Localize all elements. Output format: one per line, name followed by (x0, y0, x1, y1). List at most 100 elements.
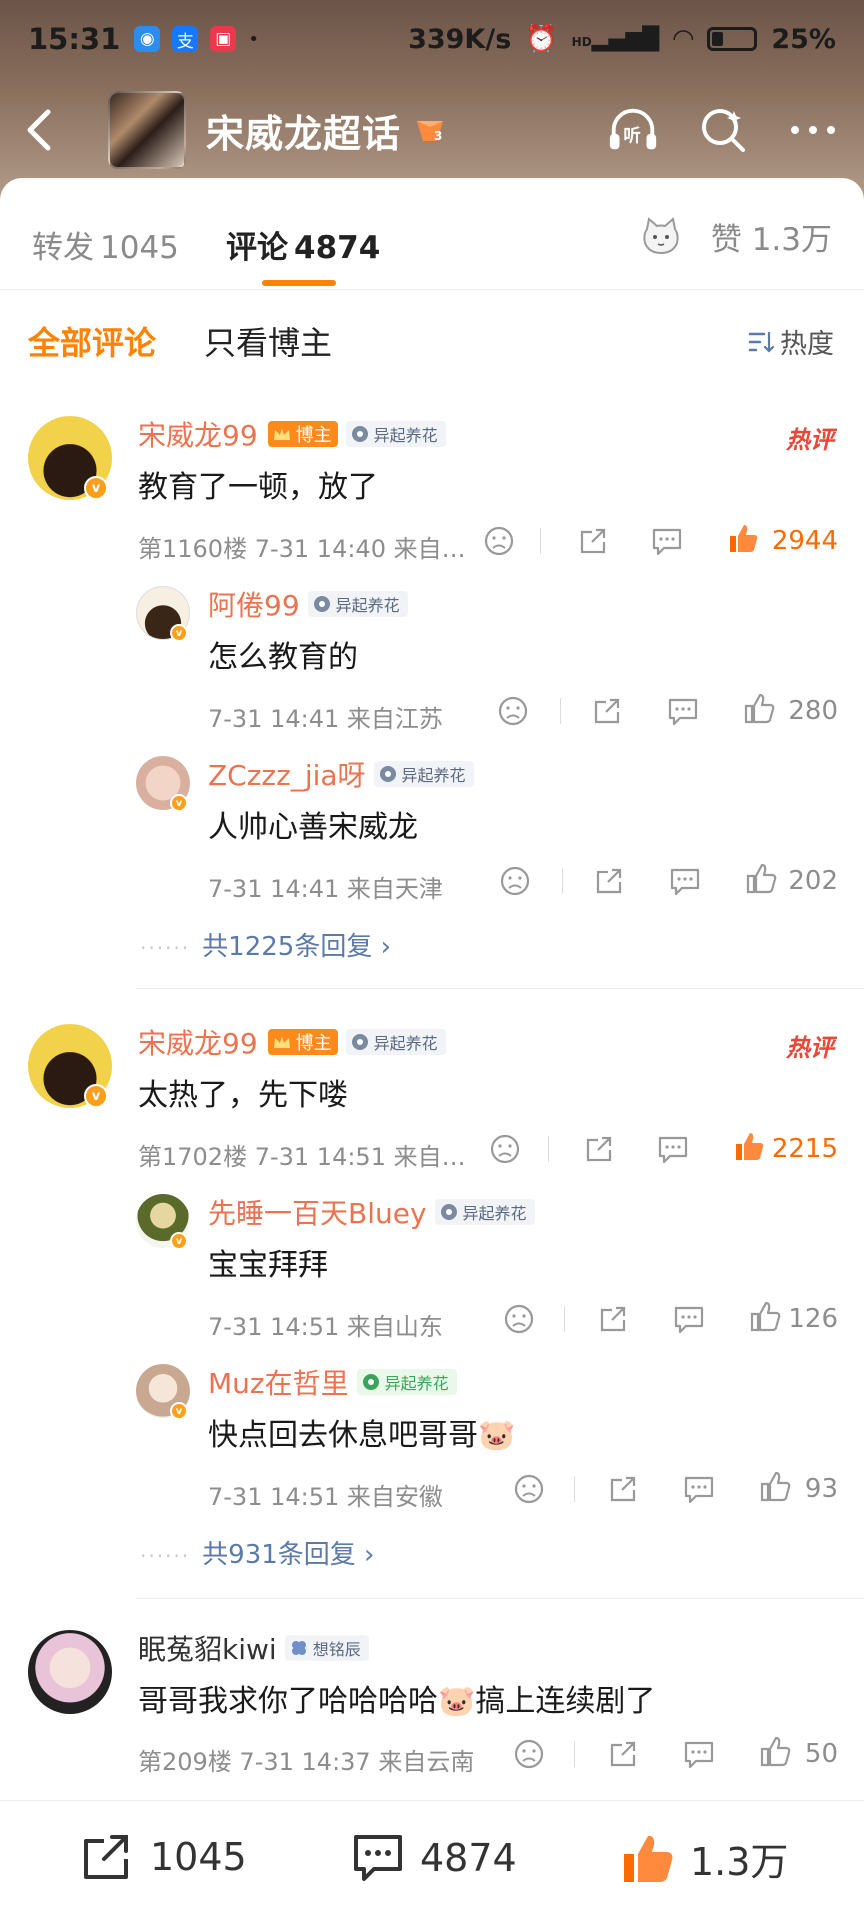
username-text: ZCzzz_jia呀 (208, 759, 366, 792)
divider (136, 1598, 864, 1599)
verified-badge-icon: v (170, 1402, 188, 1420)
reply-text[interactable]: 快点回去休息吧哥哥🐷 (208, 1410, 515, 1454)
dislike-icon[interactable] (512, 1737, 546, 1771)
back-icon (27, 109, 51, 151)
like-icon[interactable] (748, 1300, 782, 1334)
reply-text[interactable]: 人帅心善宋威龙 (208, 802, 418, 846)
dots-icon: ······ (140, 1544, 191, 1568)
search-button[interactable] (696, 103, 750, 157)
comment-icon[interactable] (668, 864, 702, 898)
sort-button[interactable]: 热度 (748, 322, 834, 361)
dislike-icon[interactable] (498, 864, 532, 898)
alipay-icon: 支 (172, 26, 199, 52)
reply-text[interactable]: 宝宝拜拜 (208, 1240, 328, 1284)
reply-username[interactable]: ZCzzz_jia呀 异起养花 (208, 754, 474, 794)
view-more-replies[interactable]: ······ 共1225条回复 › (140, 926, 391, 963)
comment-icon[interactable] (650, 524, 684, 558)
share-icon[interactable] (590, 694, 624, 728)
share-icon[interactable] (576, 524, 610, 558)
view-more-replies[interactable]: ······ 共931条回复 › (140, 1534, 374, 1571)
comment-icon[interactable] (672, 1302, 706, 1336)
tab-like-count: 1.3万 (751, 222, 832, 258)
username-text: 阿倦99 (208, 589, 300, 622)
more-button[interactable] (786, 103, 840, 157)
comment-text[interactable]: 教育了一顿，放了 (138, 462, 378, 506)
reply-text[interactable]: 怎么教育的 (208, 632, 358, 676)
comment-username[interactable]: 宋威龙99 博主 异起养花 (138, 1022, 446, 1062)
comment-icon[interactable] (656, 1132, 690, 1166)
like-count[interactable]: 280 (780, 696, 838, 726)
username-text: 先睡一百天Bluey (208, 1197, 427, 1230)
tab-like[interactable]: 赞 1.3万 (639, 214, 832, 259)
flower-icon (379, 766, 396, 782)
like-button[interactable]: 1.3万 (620, 1831, 788, 1886)
like-total: 1.3万 (690, 1840, 789, 1884)
active-tab-indicator (262, 280, 336, 286)
like-icon[interactable] (758, 1735, 792, 1769)
tab-comment[interactable]: 评论 4874 (226, 222, 380, 267)
filter-author-only[interactable]: 只看博主 (204, 318, 332, 364)
avatar[interactable] (28, 1630, 112, 1714)
fan-group-tag: 异起养花 (345, 421, 446, 447)
fan-group-tag: 异起养花 (307, 591, 408, 617)
comment-username[interactable]: 眠菟貂kiwi 想铭辰 (138, 1628, 369, 1668)
share-icon[interactable] (596, 1302, 630, 1336)
flower-icon (351, 1034, 368, 1050)
like-count[interactable]: 126 (786, 1304, 838, 1334)
share-icon[interactable] (592, 864, 626, 898)
comment-username[interactable]: 宋威龙99 博主 异起养花 (138, 414, 446, 454)
verified-badge-icon: v (84, 1084, 108, 1108)
share-icon[interactable] (582, 1132, 616, 1166)
fan-group-tag-label: 异起养花 (462, 1204, 527, 1223)
like-count[interactable]: 2944 (760, 526, 838, 556)
reply-meta: 7-31 14:51 来自安徽 (208, 1483, 443, 1511)
dislike-icon[interactable] (496, 694, 530, 728)
like-icon[interactable] (758, 1470, 792, 1504)
flower-icon (440, 1204, 457, 1220)
dislike-icon[interactable] (482, 524, 516, 558)
like-count[interactable]: 50 (796, 1739, 838, 1769)
dislike-icon[interactable] (488, 1132, 522, 1166)
like-count[interactable]: 2215 (766, 1134, 838, 1164)
like-icon[interactable] (742, 692, 776, 726)
reply-username[interactable]: 阿倦99 异起养花 (208, 584, 408, 624)
comment-icon[interactable] (682, 1737, 716, 1771)
like-count[interactable]: 202 (782, 866, 838, 896)
like-icon[interactable] (726, 522, 760, 556)
reply-username[interactable]: 先睡一百天Bluey 异起养花 (208, 1192, 535, 1232)
comment-text[interactable]: 太热了，先下喽 (138, 1070, 348, 1114)
comment-text[interactable]: 哥哥我求你了哈哈哈哈🐷搞上连续剧了 (138, 1676, 655, 1720)
alarm-icon: ⏰ (525, 24, 558, 54)
like-icon[interactable] (744, 862, 778, 896)
more-replies-label: 共931条回复 (202, 1540, 356, 1570)
tab-repost[interactable]: 转发 1045 (32, 222, 179, 267)
dislike-icon[interactable] (512, 1472, 546, 1506)
host-tag: 博主 (267, 1029, 338, 1055)
tab-comment-count: 4874 (294, 230, 381, 266)
comment-icon[interactable] (666, 694, 700, 728)
tab-repost-label: 转发 (32, 230, 94, 266)
back-button[interactable] (24, 100, 68, 160)
reply-meta: 7-31 14:51 来自山东 (208, 1313, 443, 1341)
repost-button[interactable]: 1045 (80, 1831, 247, 1883)
dislike-icon[interactable] (502, 1302, 536, 1336)
reply-username[interactable]: Muz在哲里 异起养花 (208, 1362, 457, 1402)
like-count[interactable]: 93 (796, 1474, 838, 1504)
verified-badge-icon: v (84, 476, 108, 500)
filter-all-comments[interactable]: 全部评论 (28, 318, 156, 364)
comment-button[interactable]: 4874 (350, 1831, 517, 1885)
fan-group-tag-label: 异起养花 (401, 766, 466, 785)
fan-group-tag: 想铭辰 (284, 1635, 369, 1661)
share-icon[interactable] (606, 1737, 640, 1771)
hot-comment-badge: 热评 (786, 426, 834, 454)
comment-meta: 第1702楼 7-31 14:51 来自… (138, 1143, 466, 1171)
topic-avatar[interactable] (108, 91, 186, 169)
share-icon[interactable] (606, 1472, 640, 1506)
listen-button[interactable]: 听 (606, 103, 660, 157)
repost-count: 1045 (150, 1835, 247, 1879)
topic-level-badge-icon: 3 (417, 121, 444, 143)
listen-icon: 听 (609, 108, 657, 150)
comment-icon[interactable] (682, 1472, 716, 1506)
shop-icon: ▣ (210, 26, 237, 52)
like-icon[interactable] (732, 1130, 766, 1164)
